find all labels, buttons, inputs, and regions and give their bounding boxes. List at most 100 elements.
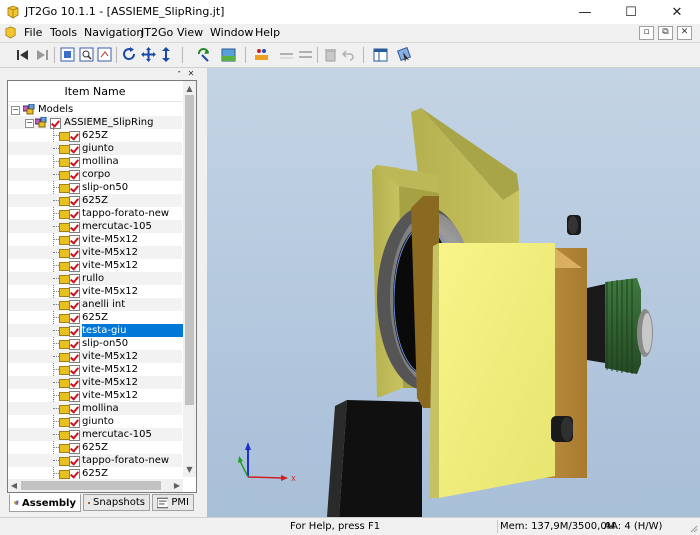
- tree-item[interactable]: vite-M5x12: [8, 350, 182, 363]
- tree-root-models[interactable]: − Models: [8, 103, 182, 116]
- tree-item[interactable]: testa-giu: [8, 324, 196, 337]
- mdi-restore-button[interactable]: ▫: [639, 26, 654, 40]
- visibility-checkbox[interactable]: [69, 300, 80, 311]
- tree-item[interactable]: 625Z: [8, 311, 182, 324]
- tab-assembly[interactable]: Assembly: [9, 493, 81, 512]
- visibility-checkbox[interactable]: [69, 209, 80, 220]
- document-icon[interactable]: [4, 26, 17, 39]
- panel-close-button[interactable]: ✕: [186, 69, 196, 78]
- tree-item[interactable]: 625Z: [8, 129, 182, 142]
- visibility-checkbox[interactable]: [69, 235, 80, 246]
- visibility-checkbox[interactable]: [69, 326, 80, 337]
- tree-horizontal-scrollbar[interactable]: ◀ ▶: [8, 479, 183, 492]
- close-button[interactable]: ✕: [654, 0, 700, 24]
- zoom-button[interactable]: [157, 46, 175, 63]
- tree-item[interactable]: vite-M5x12: [8, 233, 182, 246]
- tree-item[interactable]: vite-M5x12: [8, 363, 182, 376]
- menu-navigation[interactable]: Navigation: [84, 26, 143, 39]
- scroll-down-arrow[interactable]: ▼: [183, 465, 196, 477]
- visibility-checkbox[interactable]: [69, 157, 80, 168]
- fit-all-button[interactable]: [58, 46, 76, 63]
- assembly-tree[interactable]: Item Name − Models − ASSIEME_SlipRing 625Z gi…: [7, 80, 197, 493]
- visibility-checkbox[interactable]: [69, 131, 80, 142]
- panel-splitter[interactable]: [201, 68, 206, 517]
- zoom-selected-button[interactable]: [95, 46, 113, 63]
- scroll-right-arrow[interactable]: ▶: [171, 479, 183, 492]
- visibility-checkbox[interactable]: [69, 183, 80, 194]
- tree-item[interactable]: vite-M5x12: [8, 376, 182, 389]
- tree-item[interactable]: rullo: [8, 272, 182, 285]
- visibility-checkbox[interactable]: [69, 456, 80, 467]
- tree-item[interactable]: mollina: [8, 155, 182, 168]
- visibility-checkbox[interactable]: [69, 196, 80, 207]
- menu-tools[interactable]: Tools: [50, 26, 77, 39]
- tree-item[interactable]: 625Z: [8, 194, 182, 207]
- menu-view[interactable]: View: [177, 26, 203, 39]
- visibility-checkbox[interactable]: [69, 352, 80, 363]
- tree-item[interactable]: vite-M5x12: [8, 246, 182, 259]
- visibility-checkbox[interactable]: [50, 118, 61, 129]
- collapse-toggle[interactable]: −: [25, 119, 34, 128]
- menu-help[interactable]: Help: [255, 26, 280, 39]
- tree-item[interactable]: giunto: [8, 142, 182, 155]
- measure-button[interactable]: [277, 46, 295, 63]
- visibility-checkbox[interactable]: [69, 261, 80, 272]
- tree-item[interactable]: vite-M5x12: [8, 259, 182, 272]
- maximize-button[interactable]: ☐: [608, 0, 654, 24]
- visibility-checkbox[interactable]: [69, 144, 80, 155]
- visibility-checkbox[interactable]: [69, 313, 80, 324]
- menu-jt2go[interactable]: JT2Go: [141, 26, 173, 39]
- tree-assembly-node[interactable]: − ASSIEME_SlipRing: [8, 116, 182, 129]
- visibility-checkbox[interactable]: [69, 378, 80, 389]
- visibility-checkbox[interactable]: [69, 391, 80, 402]
- tree-item[interactable]: anelli int: [8, 298, 182, 311]
- tree-vertical-scrollbar[interactable]: ▲ ▼: [183, 81, 196, 477]
- tree-item[interactable]: slip-on50: [8, 337, 182, 350]
- black-base-block[interactable]: [327, 400, 422, 517]
- tree-item[interactable]: mollina: [8, 402, 182, 415]
- visibility-checkbox[interactable]: [69, 339, 80, 350]
- view-image-button[interactable]: [219, 46, 237, 63]
- tree-item[interactable]: slip-on50: [8, 181, 182, 194]
- green-connector[interactable]: [587, 278, 653, 374]
- visibility-checkbox[interactable]: [69, 404, 80, 415]
- mdi-close-button[interactable]: ✕: [677, 26, 692, 40]
- collapse-toggle[interactable]: −: [11, 106, 20, 115]
- slip-ring-model[interactable]: X: [207, 68, 700, 517]
- menu-file[interactable]: File: [24, 26, 42, 39]
- zoom-area-button[interactable]: [77, 46, 95, 63]
- tree-item[interactable]: mercutac-105: [8, 428, 182, 441]
- column-header-item-name[interactable]: Item Name: [8, 81, 182, 102]
- resize-grip-icon[interactable]: [688, 523, 698, 533]
- tree-item[interactable]: giunto: [8, 415, 182, 428]
- visibility-checkbox[interactable]: [69, 170, 80, 181]
- visibility-checkbox[interactable]: [69, 430, 80, 441]
- visibility-checkbox[interactable]: [69, 222, 80, 233]
- scroll-left-arrow[interactable]: ◀: [8, 479, 20, 492]
- tree-item[interactable]: vite-M5x12: [8, 389, 182, 402]
- tree-item[interactable]: mercutac-105: [8, 220, 182, 233]
- tree-item[interactable]: vite-M5x12: [8, 285, 182, 298]
- horizontal-scroll-thumb[interactable]: [21, 481, 161, 490]
- minimize-button[interactable]: —: [562, 0, 608, 24]
- visibility-checkbox[interactable]: [69, 443, 80, 454]
- 3d-viewport[interactable]: X: [207, 68, 700, 517]
- refresh-button[interactable]: [194, 46, 212, 63]
- layout-button[interactable]: [371, 46, 389, 63]
- visibility-checkbox[interactable]: [69, 248, 80, 259]
- visibility-checkbox[interactable]: [69, 417, 80, 428]
- visibility-checkbox[interactable]: [69, 365, 80, 376]
- front-yellow-block[interactable]: [429, 243, 555, 498]
- visibility-checkbox[interactable]: [69, 287, 80, 298]
- vertical-scroll-thumb[interactable]: [185, 95, 194, 405]
- tab-snapshots[interactable]: Snapshots: [83, 494, 150, 511]
- menu-window[interactable]: Window: [210, 26, 253, 39]
- undo-button[interactable]: [339, 46, 357, 63]
- visibility-checkbox[interactable]: [69, 274, 80, 285]
- last-step-button[interactable]: [33, 46, 51, 63]
- help-pointer-button[interactable]: [395, 46, 413, 63]
- tree-item[interactable]: tappo-forato-new: [8, 454, 182, 467]
- markup-button[interactable]: [252, 46, 270, 63]
- tree-item[interactable]: corpo: [8, 168, 182, 181]
- panel-pin-button[interactable]: ᐩ: [174, 69, 184, 78]
